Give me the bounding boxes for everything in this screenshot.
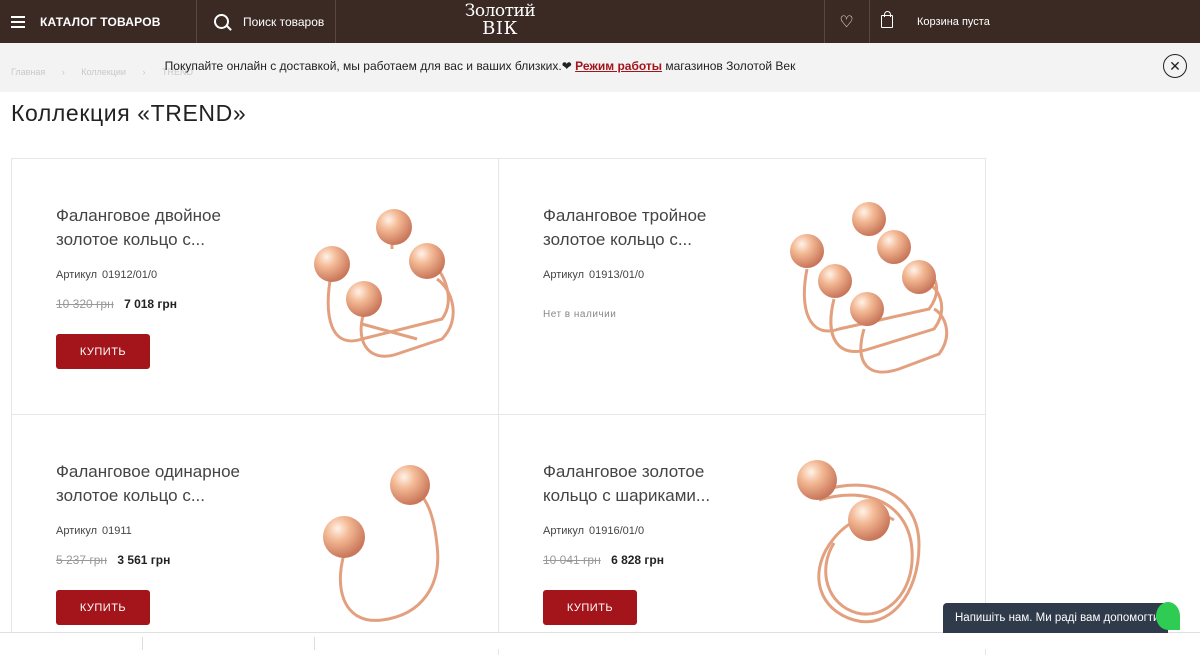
catalog-menu-button[interactable]: КАТАЛОГ ТОВАРОВ [0, 0, 190, 43]
product-price: 5 237 грн 3 561 грн [56, 553, 170, 567]
notice-message: Покупайте онлайн с доставкой, мы работае… [164, 59, 562, 73]
article-label: Артикул [543, 525, 585, 537]
product-image[interactable] [779, 445, 959, 635]
product-article: Артикул 01916/01/0 [543, 525, 644, 537]
chat-bubble-icon[interactable] [1156, 602, 1180, 630]
product-name[interactable]: Фаланговое двойное золотое кольцо с... [56, 204, 266, 252]
chat-label: Напишіть нам. Ми раді вам допомогти! [955, 612, 1163, 624]
buy-button[interactable]: КУПИТЬ [543, 590, 637, 625]
logo-bottom-text: ВІК [482, 18, 518, 39]
stock-status: Нет в наличии [543, 309, 617, 320]
search-button[interactable]: Поиск товаров [196, 0, 334, 43]
product-card[interactable]: Фаланговое двойное золотое кольцо с... А… [12, 159, 499, 415]
hamburger-icon [11, 16, 25, 28]
old-price: 10 320 грн [56, 297, 114, 311]
heart-icon: ♡ [839, 13, 854, 31]
notice-bar: Главная › Коллекции › TREND Покупайте он… [0, 43, 1200, 92]
product-image[interactable] [292, 189, 472, 379]
product-name[interactable]: Фаланговое одинарное золотое кольцо с... [56, 460, 266, 508]
product-card[interactable]: Фаланговое тройное золотое кольцо с... А… [499, 159, 986, 415]
old-price: 5 237 грн [56, 553, 108, 567]
product-name[interactable]: Фаланговое тройное золотое кольцо с... [543, 204, 753, 252]
product-price: 10 041 грн 6 828 грн [543, 553, 664, 567]
product-article: Артикул 01911 [56, 525, 132, 537]
product-card[interactable]: Фаланговое золотое кольцо с шариками... … [499, 415, 986, 655]
search-icon [214, 14, 229, 29]
catalog-label: КАТАЛОГ ТОВАРОВ [40, 14, 161, 29]
current-price: 3 561 грн [117, 553, 171, 567]
toolbar-divider [314, 637, 315, 650]
product-grid: Фаланговое двойное золотое кольцо с... А… [11, 158, 986, 655]
product-price: 10 320 грн 7 018 грн [56, 297, 177, 311]
heart-icon: ❤ [561, 59, 572, 73]
chat-widget-button[interactable]: Напишіть нам. Ми раді вам допомогти! [943, 603, 1168, 633]
wishlist-button[interactable]: ♡ [824, 0, 869, 43]
article-value: 01916/01/0 [589, 525, 645, 537]
product-article: Артикул 01912/01/0 [56, 269, 157, 281]
buy-button[interactable]: КУПИТЬ [56, 334, 150, 369]
cart-button[interactable]: Корзина пуста [869, 0, 1000, 43]
close-notice-button[interactable]: ✕ [1163, 54, 1187, 78]
bottom-toolbar [0, 632, 1200, 650]
header-divider [335, 0, 336, 43]
article-label: Артикул [56, 525, 98, 537]
top-header: КАТАЛОГ ТОВАРОВ Поиск товаров Золотий ВІ… [0, 0, 1200, 43]
product-image[interactable] [292, 445, 472, 635]
article-value: 01911 [102, 525, 132, 537]
article-label: Артикул [56, 269, 98, 281]
toolbar-divider [142, 637, 143, 650]
search-label: Поиск товаров [243, 14, 325, 29]
working-hours-link[interactable]: Режим работы [575, 59, 662, 73]
product-card[interactable]: Фаланговое одинарное золотое кольцо с...… [12, 415, 499, 655]
notice-message-end: магазинов Золотой Век [662, 59, 796, 73]
shopping-bag-icon [881, 11, 893, 28]
current-price: 6 828 грн [611, 553, 665, 567]
buy-button[interactable]: КУПИТЬ [56, 590, 150, 625]
page-title: Коллекция «TREND» [11, 100, 247, 126]
cart-label: Корзина пуста [917, 15, 990, 28]
site-logo[interactable]: Золотий ВІК [462, 3, 538, 39]
product-image[interactable] [779, 189, 959, 379]
product-article: Артикул 01913/01/0 [543, 269, 644, 281]
article-value: 01913/01/0 [589, 269, 645, 281]
notice-text: Покупайте онлайн с доставкой, мы работае… [0, 59, 960, 73]
article-label: Артикул [543, 269, 585, 281]
close-icon: ✕ [1169, 58, 1181, 74]
current-price: 7 018 грн [124, 297, 178, 311]
article-value: 01912/01/0 [102, 269, 158, 281]
old-price: 10 041 грн [543, 553, 601, 567]
product-name[interactable]: Фаланговое золотое кольцо с шариками... [543, 460, 753, 508]
